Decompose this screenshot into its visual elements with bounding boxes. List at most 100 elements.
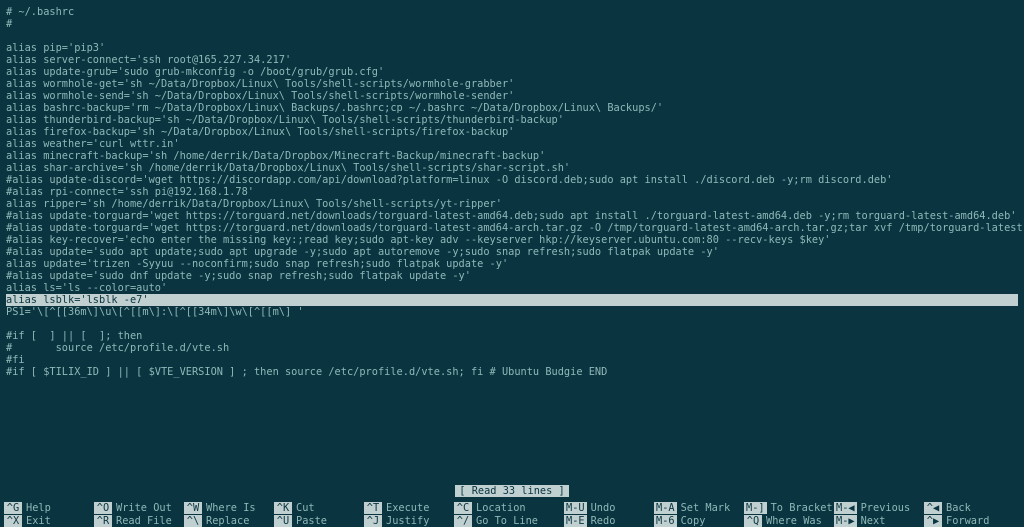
shortcut-label: Undo (591, 502, 616, 514)
shortcut-label: Location (476, 502, 526, 514)
shortcut-read-file[interactable]: ^R Read File (94, 515, 184, 527)
shortcut-previous[interactable]: M-◀ Previous (834, 502, 924, 514)
shortcut-label: Previous (861, 502, 911, 514)
shortcut-key: ^U (274, 515, 292, 527)
text-line (6, 318, 1018, 330)
shortcut-label: Execute (386, 502, 429, 514)
shortcut-help[interactable]: ^G Help (4, 502, 94, 514)
shortcut-set-mark[interactable]: M-A Set Mark (654, 502, 744, 514)
shortcut-label: Go To Line (476, 515, 538, 527)
text-line: alias update='trizen -Syyuu --noconfirm;… (6, 258, 1018, 270)
text-line: #alias key-recover='echo enter the missi… (6, 234, 1018, 246)
shortcut-cut[interactable]: ^K Cut (274, 502, 364, 514)
shortcut-key: ^W (184, 502, 202, 514)
shortcut-key: M-E (564, 515, 587, 527)
shortcut-label: Next (861, 515, 886, 527)
shortcut-key: ^T (364, 502, 382, 514)
shortcut-label: Set Mark (681, 502, 731, 514)
help-bar: ^G Help ^O Write Out ^W Where Is ^K Cut ^T Execut… (0, 501, 1024, 527)
shortcut-label: Help (26, 502, 51, 514)
shortcut-key: ^Q (744, 515, 762, 527)
text-line: #alias update='sudo apt update;sudo apt … (6, 246, 1018, 258)
shortcut-location[interactable]: ^C Location (454, 502, 564, 514)
shortcut-label: Where Is (206, 502, 256, 514)
shortcut-label: Copy (681, 515, 706, 527)
help-row-1: ^G Help ^O Write Out ^W Where Is ^K Cut ^T Execut… (4, 501, 1024, 514)
shortcut-label: Cut (296, 502, 315, 514)
shortcut-key: ^/ (454, 515, 472, 527)
shortcut-label: Replace (206, 515, 249, 527)
shortcut-undo[interactable]: M-U Undo (564, 502, 654, 514)
text-line: #alias update-torguard='wget https://tor… (6, 222, 1018, 234)
text-line: #alias rpi-connect='ssh pi@192.168.1.78' (6, 186, 1018, 198)
shortcut-forward[interactable]: ^▶ Forward (924, 515, 1014, 527)
shortcut-key: M-] (744, 502, 767, 514)
text-line: # ~/.bashrc (6, 6, 1018, 18)
cursor-line: alias lsblk='lsblk -e7' (6, 294, 1018, 306)
text-line: # source /etc/profile.d/vte.sh (6, 342, 1018, 354)
shortcut-key: ^▶ (924, 515, 942, 527)
shortcut-replace[interactable]: ^\ Replace (184, 515, 274, 527)
shortcut-go-to-line[interactable]: ^/ Go To Line (454, 515, 564, 527)
shortcut-execute[interactable]: ^T Execute (364, 502, 454, 514)
shortcut-redo[interactable]: M-E Redo (564, 515, 654, 527)
text-line: alias weather='curl wttr.in' (6, 138, 1018, 150)
shortcut-where-is[interactable]: ^W Where Is (184, 502, 274, 514)
shortcut-label: Write Out (116, 502, 172, 514)
editor-content[interactable]: # ~/.bashrc# alias pip='pip3'alias serve… (0, 0, 1024, 499)
shortcut-where-was[interactable]: ^Q Where Was (744, 515, 834, 527)
text-line: #alias update-torguard='wget https://tor… (6, 210, 1018, 222)
shortcut-label: Read File (116, 515, 172, 527)
shortcut-next[interactable]: M-▶ Next (834, 515, 924, 527)
shortcut-label: Back (946, 502, 971, 514)
text-line (6, 30, 1018, 42)
shortcut-key: ^R (94, 515, 112, 527)
shortcut-label: Justify (386, 515, 429, 527)
text-line: alias wormhole-send='sh ~/Data/Dropbox/L… (6, 90, 1018, 102)
text-line: alias update-grub='sudo grub-mkconfig -o… (6, 66, 1018, 78)
shortcut-label: Exit (26, 515, 51, 527)
text-line: alias ripper='sh /home/derrik/Data/Dropb… (6, 198, 1018, 210)
shortcut-label: Paste (296, 515, 327, 527)
shortcut-key: M-U (564, 502, 587, 514)
text-line: alias thunderbird-backup='sh ~/Data/Drop… (6, 114, 1018, 126)
shortcut-key: M-▶ (834, 515, 857, 527)
text-line: #if [ ] || [ ]; then (6, 330, 1018, 342)
text-line: #fi (6, 354, 1018, 366)
shortcut-exit[interactable]: ^X Exit (4, 515, 94, 527)
text-line: alias bashrc-backup='rm ~/Data/Dropbox/L… (6, 102, 1018, 114)
shortcut-paste[interactable]: ^U Paste (274, 515, 364, 527)
shortcut-key: ^G (4, 502, 22, 514)
shortcut-label: Where Was (766, 515, 822, 527)
shortcut-key: M-◀ (834, 502, 857, 514)
shortcut-key: ^\ (184, 515, 202, 527)
status-bar: [ Read 33 lines ] (0, 485, 1024, 499)
shortcut-label: Redo (591, 515, 616, 527)
text-line: #alias update-discord='wget https://disc… (6, 174, 1018, 186)
text-line: alias minecraft-backup='sh /home/derrik/… (6, 150, 1018, 162)
help-row-2: ^X Exit ^R Read File ^\ Replace ^U Paste ^J Justi… (4, 514, 1024, 527)
text-line: PS1='\[^[[36m\]\u\[^[[m\]:\[^[[34m\]\w\[… (6, 306, 1018, 318)
text-line: alias wormhole-get='sh ~/Data/Dropbox/Li… (6, 78, 1018, 90)
shortcut-label: To Bracket (771, 502, 833, 514)
text-line: alias pip='pip3' (6, 42, 1018, 54)
shortcut-copy[interactable]: M-6 Copy (654, 515, 744, 527)
text-line: #alias update='sudo dnf update -y;sudo s… (6, 270, 1018, 282)
text-line: alias shar-archive='sh /home/derrik/Data… (6, 162, 1018, 174)
shortcut-key: M-6 (654, 515, 677, 527)
shortcut-key: ^C (454, 502, 472, 514)
shortcut-to-bracket[interactable]: M-] To Bracket (744, 502, 834, 514)
shortcut-key: ^J (364, 515, 382, 527)
shortcut-key: ^X (4, 515, 22, 527)
shortcut-write-out[interactable]: ^O Write Out (94, 502, 184, 514)
shortcut-back[interactable]: ^◀ Back (924, 502, 1014, 514)
shortcut-key: ^K (274, 502, 292, 514)
text-line: # (6, 18, 1018, 30)
text-line: #if [ $TILIX_ID ] || [ $VTE_VERSION ] ; … (6, 366, 1018, 378)
shortcut-key: M-A (654, 502, 677, 514)
text-line: alias server-connect='ssh root@165.227.3… (6, 54, 1018, 66)
shortcut-justify[interactable]: ^J Justify (364, 515, 454, 527)
shortcut-key: ^O (94, 502, 112, 514)
shortcut-label: Forward (946, 515, 989, 527)
shortcut-key: ^◀ (924, 502, 942, 514)
